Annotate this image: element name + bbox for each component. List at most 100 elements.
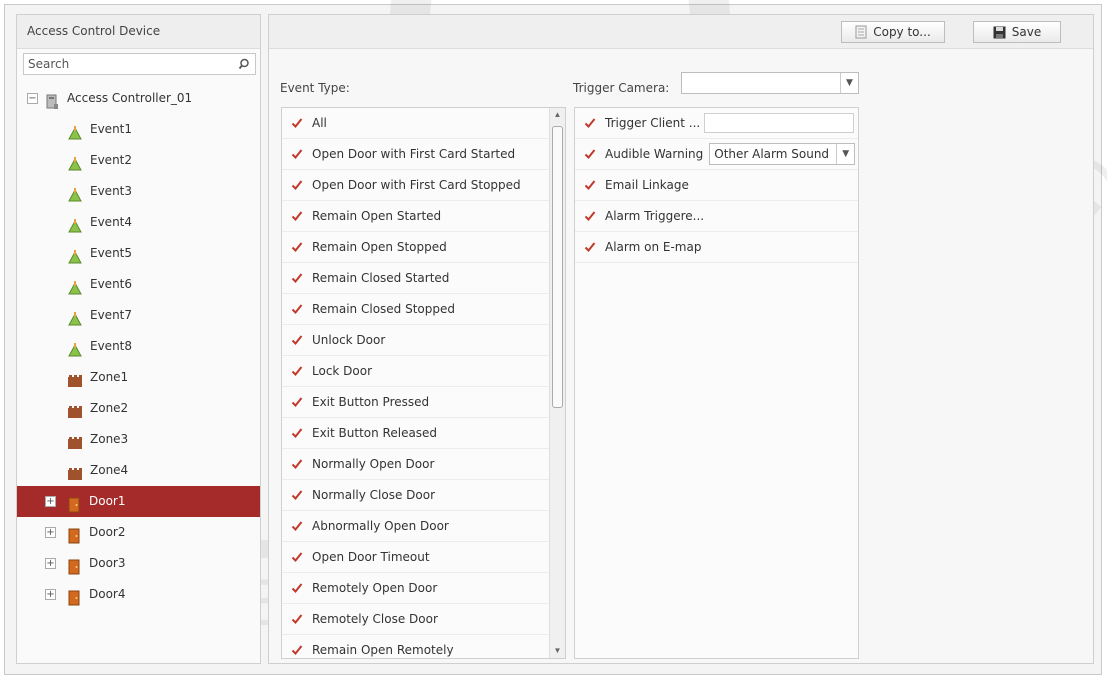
checkbox-checked-icon[interactable] bbox=[290, 302, 304, 316]
scroll-down-icon[interactable]: ▼ bbox=[550, 644, 565, 658]
tree-node-zone3[interactable]: Zone3 bbox=[17, 424, 260, 455]
checkbox-checked-icon[interactable] bbox=[290, 550, 304, 564]
linkage-alarm-emap[interactable]: Alarm on E-map bbox=[575, 232, 858, 263]
tree-node-label: Access Controller_01 bbox=[67, 91, 193, 105]
event-list-scrollbar[interactable]: ▲ ▼ bbox=[549, 108, 565, 658]
search-icon[interactable] bbox=[235, 55, 253, 73]
checkbox-checked-icon[interactable] bbox=[290, 457, 304, 471]
expand-icon[interactable]: + bbox=[45, 527, 56, 538]
tree-node-event6[interactable]: Event6 bbox=[17, 269, 260, 300]
save-icon bbox=[993, 26, 1006, 38]
checkbox-checked-icon[interactable] bbox=[290, 426, 304, 440]
checkbox-checked-icon[interactable] bbox=[290, 581, 304, 595]
tree-node-door1[interactable]: + Door1 bbox=[17, 486, 260, 517]
trigger-client-field[interactable] bbox=[704, 113, 855, 133]
linkage-audible-warning[interactable]: Audible Warning Other Alarm Sound ▼ bbox=[575, 139, 858, 170]
expand-icon[interactable]: + bbox=[45, 496, 56, 507]
tree-node-controller[interactable]: − Access Controller_01 bbox=[17, 83, 260, 114]
linkage-trigger-client[interactable]: Trigger Client ... bbox=[575, 108, 858, 139]
checkbox-checked-icon[interactable] bbox=[583, 147, 597, 161]
checkbox-checked-icon[interactable] bbox=[583, 178, 597, 192]
checkbox-checked-icon[interactable] bbox=[290, 364, 304, 378]
checkbox-checked-icon[interactable] bbox=[583, 240, 597, 254]
event-type-item[interactable]: Normally Open Door bbox=[282, 449, 565, 480]
checkbox-checked-icon[interactable] bbox=[290, 240, 304, 254]
event-type-item[interactable]: Open Door with First Card Stopped bbox=[282, 170, 565, 201]
event-type-item[interactable]: Abnormally Open Door bbox=[282, 511, 565, 542]
tree-node-door2[interactable]: + Door2 bbox=[17, 517, 260, 548]
linkage-config-panel: Copy to... Save Event Type: All Open Door… bbox=[268, 14, 1094, 664]
tree-node-event5[interactable]: Event5 bbox=[17, 238, 260, 269]
event-type-item[interactable]: Unlock Door bbox=[282, 325, 565, 356]
tree-node-event7[interactable]: Event7 bbox=[17, 300, 260, 331]
linkage-label: Alarm Triggere... bbox=[605, 209, 705, 223]
chevron-down-icon[interactable]: ▼ bbox=[840, 73, 858, 93]
tree-node-label: Event2 bbox=[90, 153, 133, 167]
checkbox-checked-icon[interactable] bbox=[290, 147, 304, 161]
checkbox-checked-icon[interactable] bbox=[290, 116, 304, 130]
tree-node-event2[interactable]: Event2 bbox=[17, 145, 260, 176]
event-type-item[interactable]: Open Door with First Card Started bbox=[282, 139, 565, 170]
event-type-item[interactable]: Remain Open Stopped bbox=[282, 232, 565, 263]
checkbox-checked-icon[interactable] bbox=[290, 519, 304, 533]
expand-icon[interactable]: + bbox=[45, 558, 56, 569]
checkbox-checked-icon[interactable] bbox=[290, 333, 304, 347]
linkage-email[interactable]: Email Linkage bbox=[575, 170, 858, 201]
event-type-item[interactable]: Remain Closed Started bbox=[282, 263, 565, 294]
event-type-item[interactable]: All bbox=[282, 108, 565, 139]
tree-node-event1[interactable]: Event1 bbox=[17, 114, 260, 145]
event-type-item[interactable]: Normally Close Door bbox=[282, 480, 565, 511]
door-icon bbox=[66, 587, 82, 605]
tree-node-door4[interactable]: + Door4 bbox=[17, 579, 260, 610]
event-type-item[interactable]: Exit Button Pressed bbox=[282, 387, 565, 418]
copy-to-button[interactable]: Copy to... bbox=[841, 21, 945, 43]
tree-node-zone4[interactable]: Zone4 bbox=[17, 455, 260, 486]
checkbox-checked-icon[interactable] bbox=[583, 209, 597, 223]
tree-node-zone2[interactable]: Zone2 bbox=[17, 393, 260, 424]
checkbox-checked-icon[interactable] bbox=[290, 395, 304, 409]
save-button[interactable]: Save bbox=[973, 21, 1061, 43]
event-type-item[interactable]: Remain Open Remotely bbox=[282, 635, 565, 658]
event-type-item[interactable]: Open Door Timeout bbox=[282, 542, 565, 573]
checkbox-checked-icon[interactable] bbox=[290, 271, 304, 285]
event-type-label: Abnormally Open Door bbox=[312, 519, 449, 533]
collapse-icon[interactable]: − bbox=[27, 93, 38, 104]
tree-node-event3[interactable]: Event3 bbox=[17, 176, 260, 207]
linkage-alarm-triggered[interactable]: Alarm Triggere... bbox=[575, 201, 858, 232]
tree-node-zone1[interactable]: Zone1 bbox=[17, 362, 260, 393]
tree-node-label: Door4 bbox=[89, 587, 126, 601]
event-type-item[interactable]: Exit Button Released bbox=[282, 418, 565, 449]
device-tree-panel: Access Control Device − Access Controlle… bbox=[16, 14, 261, 664]
event-type-item[interactable]: Lock Door bbox=[282, 356, 565, 387]
checkbox-checked-icon[interactable] bbox=[583, 116, 597, 130]
chevron-down-icon[interactable]: ▼ bbox=[836, 144, 854, 164]
trigger-camera-select[interactable]: ▼ bbox=[681, 72, 859, 94]
alarm-sound-select[interactable]: Other Alarm Sound ▼ bbox=[709, 143, 856, 165]
tree-node-door3[interactable]: + Door3 bbox=[17, 548, 260, 579]
tree-node-label: Zone3 bbox=[90, 432, 129, 446]
zone-icon bbox=[67, 370, 83, 387]
controller-icon bbox=[44, 91, 60, 109]
event-type-item[interactable]: Remain Closed Stopped bbox=[282, 294, 565, 325]
event-type-item[interactable]: Remotely Open Door bbox=[282, 573, 565, 604]
event-type-item[interactable]: Remain Open Started bbox=[282, 201, 565, 232]
tree-node-event8[interactable]: Event8 bbox=[17, 331, 260, 362]
tree-node-label: Event7 bbox=[90, 308, 133, 322]
event-icon bbox=[67, 246, 83, 263]
event-type-item[interactable]: Remotely Close Door bbox=[282, 604, 565, 635]
event-type-label: Exit Button Pressed bbox=[312, 395, 430, 409]
expand-icon[interactable]: + bbox=[45, 589, 56, 600]
checkbox-checked-icon[interactable] bbox=[290, 612, 304, 626]
checkbox-checked-icon[interactable] bbox=[290, 178, 304, 192]
linkage-action-list: Trigger Client ... Audible Warning Other… bbox=[574, 107, 859, 659]
checkbox-checked-icon[interactable] bbox=[290, 643, 304, 657]
event-type-label: Open Door with First Card Started bbox=[312, 147, 516, 161]
search-input[interactable] bbox=[24, 54, 224, 74]
event-type-list[interactable]: All Open Door with First Card Started Open… bbox=[281, 107, 566, 659]
checkbox-checked-icon[interactable] bbox=[290, 488, 304, 502]
scroll-thumb[interactable] bbox=[552, 126, 563, 408]
tree-node-event4[interactable]: Event4 bbox=[17, 207, 260, 238]
door-icon bbox=[66, 525, 82, 543]
scroll-up-icon[interactable]: ▲ bbox=[550, 108, 565, 122]
checkbox-checked-icon[interactable] bbox=[290, 209, 304, 223]
